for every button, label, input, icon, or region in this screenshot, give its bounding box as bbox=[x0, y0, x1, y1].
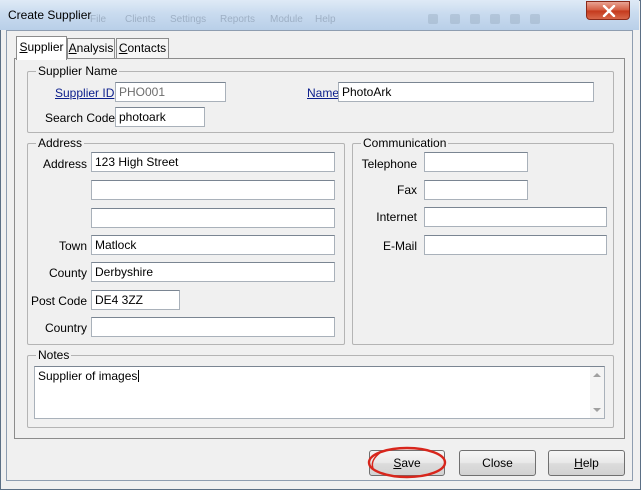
save-highlight-annotation bbox=[367, 446, 447, 479]
window-close-button[interactable] bbox=[586, 1, 630, 20]
supplier-id-field[interactable]: PHO001 bbox=[115, 82, 226, 102]
telephone-label: Telephone bbox=[361, 157, 417, 171]
search-code-field[interactable]: photoark bbox=[115, 107, 205, 127]
notes-textarea[interactable]: Supplier of images bbox=[34, 366, 605, 419]
ghost-menu-module: Module bbox=[270, 14, 303, 25]
search-code-label: Search Code bbox=[45, 111, 116, 125]
country-field[interactable] bbox=[91, 317, 335, 337]
ghost-menu-reports: Reports bbox=[220, 14, 256, 25]
town-label: Town bbox=[58, 239, 87, 253]
country-label: Country bbox=[44, 321, 87, 335]
tab-supplier[interactable]: Supplier bbox=[16, 36, 67, 60]
address-label: Address bbox=[42, 157, 87, 171]
scroll-up-arrow-icon[interactable] bbox=[593, 373, 601, 377]
communication-group-title: Communication bbox=[361, 136, 449, 150]
scroll-down-arrow-icon[interactable] bbox=[593, 408, 601, 412]
supplier-name-group-title: Supplier Name bbox=[36, 64, 120, 78]
post-code-field[interactable]: DE4 3ZZ bbox=[91, 290, 180, 310]
address-line-3-field[interactable] bbox=[91, 208, 335, 228]
internet-label: Internet bbox=[376, 210, 417, 224]
ghost-menu-help: Help bbox=[315, 14, 336, 25]
text-caret bbox=[138, 370, 140, 382]
background-menu-ghost: File Clients Settings Reports Module Hel… bbox=[90, 14, 360, 28]
address-group-title: Address bbox=[36, 136, 85, 150]
ghost-menu-file: File bbox=[90, 14, 107, 25]
ghost-menu-settings: Settings bbox=[170, 14, 207, 25]
background-toolbar-ghost bbox=[420, 12, 580, 28]
close-button[interactable]: Close bbox=[459, 450, 536, 476]
name-field[interactable]: PhotoArk bbox=[338, 82, 594, 102]
help-button[interactable]: Help bbox=[548, 450, 625, 476]
tab-contacts[interactable]: Contacts bbox=[116, 38, 169, 58]
notes-group-title: Notes bbox=[36, 348, 72, 362]
window-title: Create Supplier bbox=[8, 8, 92, 22]
telephone-field[interactable] bbox=[424, 152, 528, 172]
county-field[interactable]: Derbyshire bbox=[91, 262, 335, 282]
county-label: County bbox=[48, 266, 87, 280]
notes-scrollbar[interactable] bbox=[590, 367, 604, 418]
fax-label: Fax bbox=[396, 183, 417, 197]
town-field[interactable]: Matlock bbox=[91, 235, 335, 255]
address-line-1-field[interactable]: 123 High Street bbox=[91, 152, 335, 172]
post-code-label: Post Code bbox=[30, 294, 87, 308]
email-field[interactable] bbox=[424, 235, 607, 255]
ghost-menu-clients: Clients bbox=[125, 14, 156, 25]
fax-field[interactable] bbox=[424, 180, 528, 200]
address-line-2-field[interactable] bbox=[91, 180, 335, 200]
close-icon bbox=[602, 5, 616, 17]
email-label: E-Mail bbox=[382, 239, 417, 253]
supplier-id-label[interactable]: Supplier ID bbox=[55, 86, 114, 100]
internet-field[interactable] bbox=[424, 207, 607, 227]
tab-analysis[interactable]: Analysis bbox=[67, 38, 115, 58]
notes-text: Supplier of images bbox=[38, 369, 138, 383]
name-label[interactable]: Name bbox=[307, 86, 339, 100]
